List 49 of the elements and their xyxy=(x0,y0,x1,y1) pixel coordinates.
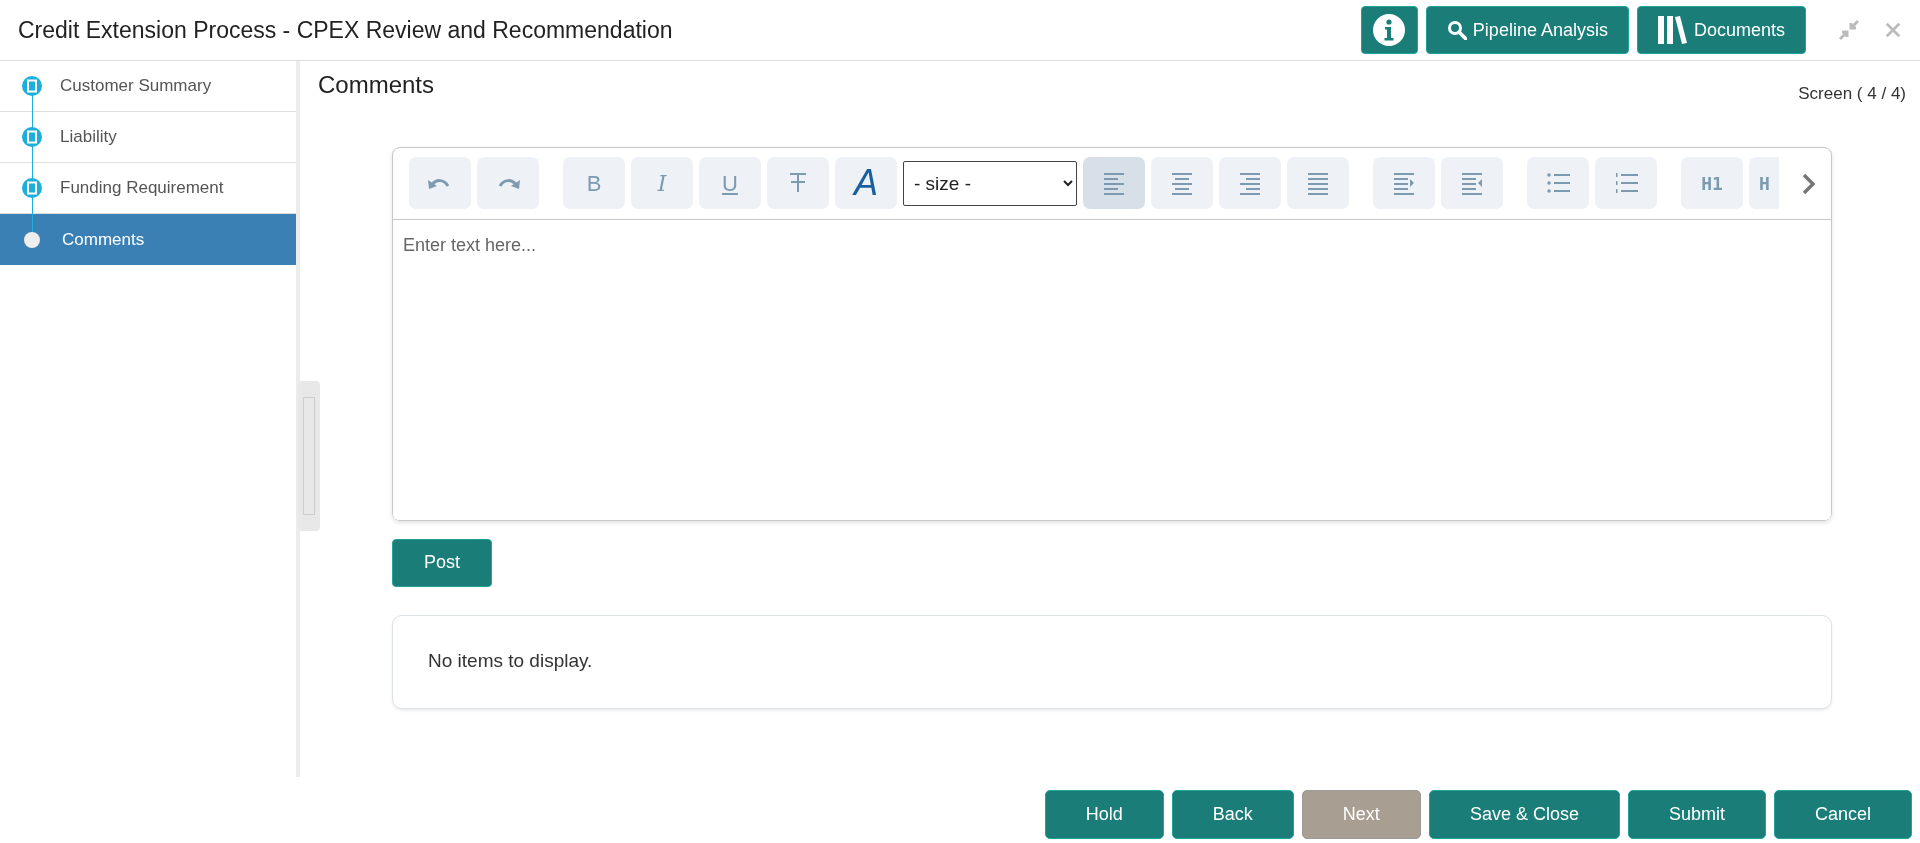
toolbar-button[interactable] xyxy=(1595,157,1657,209)
completed-step-icon xyxy=(22,178,42,198)
toolbar-button[interactable] xyxy=(1441,157,1503,209)
toolbar-button[interactable] xyxy=(767,157,829,209)
step-dot-icon xyxy=(24,231,40,248)
empty-message: No items to display. xyxy=(428,649,593,674)
toolbar-button[interactable] xyxy=(1287,157,1349,209)
books-icon xyxy=(1657,16,1688,44)
footer-button[interactable]: Submit xyxy=(1627,790,1766,839)
page-title: Comments xyxy=(318,70,435,100)
underline-button[interactable]: U xyxy=(699,157,761,209)
post-button[interactable]: Post xyxy=(392,538,492,587)
toolbar-button[interactable] xyxy=(477,157,539,209)
toolbar-button[interactable] xyxy=(1151,157,1213,209)
heading-button[interactable]: H xyxy=(1749,157,1779,209)
more-tools-button[interactable] xyxy=(1801,171,1817,195)
toolbar-button[interactable] xyxy=(1219,157,1281,209)
toolbar-button[interactable] xyxy=(1373,157,1435,209)
screen-counter: Screen ( 4 / 4) xyxy=(1798,83,1906,105)
toolbar-button[interactable] xyxy=(1527,157,1589,209)
sidebar-item[interactable]: Liability xyxy=(0,112,296,163)
footer-button[interactable]: Back xyxy=(1171,790,1294,839)
toolbar-button[interactable] xyxy=(409,157,471,209)
heading-button[interactable]: H1 xyxy=(1681,157,1743,209)
close-icon[interactable] xyxy=(1884,21,1902,39)
completed-step-icon xyxy=(22,127,42,147)
redo-icon xyxy=(496,176,520,190)
splitter-handle[interactable] xyxy=(298,381,320,531)
undo-icon xyxy=(428,176,452,190)
window-title: Credit Extension Process - CPEX Review and Recommendation xyxy=(18,15,673,45)
toolbar-button[interactable] xyxy=(1083,157,1145,209)
sidebar-item[interactable]: Funding Requirement xyxy=(0,163,296,214)
info-button[interactable] xyxy=(1360,6,1418,54)
pipeline-analysis-button[interactable]: Pipeline Analysis xyxy=(1425,6,1629,54)
footer-button[interactable]: Save & Close xyxy=(1428,790,1620,839)
info-icon xyxy=(1372,13,1407,47)
font-color-button[interactable]: A xyxy=(835,157,897,209)
footer-button[interactable]: Cancel xyxy=(1773,790,1912,839)
chevron-right-icon xyxy=(1801,172,1817,195)
sidebar-item[interactable]: Comments xyxy=(0,214,296,265)
completed-step-icon xyxy=(22,76,42,96)
italic-button[interactable]: I xyxy=(631,157,693,209)
rich-text-editor[interactable]: B I U A - size - H1 H Enter text here... xyxy=(392,146,1832,521)
footer-button[interactable]: Hold xyxy=(1044,790,1164,839)
minimize-icon[interactable] xyxy=(1838,19,1860,41)
bold-button[interactable]: B xyxy=(563,157,625,209)
font-size-select[interactable]: - size - xyxy=(903,160,1077,206)
search-icon xyxy=(1446,20,1467,40)
documents-button[interactable]: Documents xyxy=(1636,6,1806,54)
